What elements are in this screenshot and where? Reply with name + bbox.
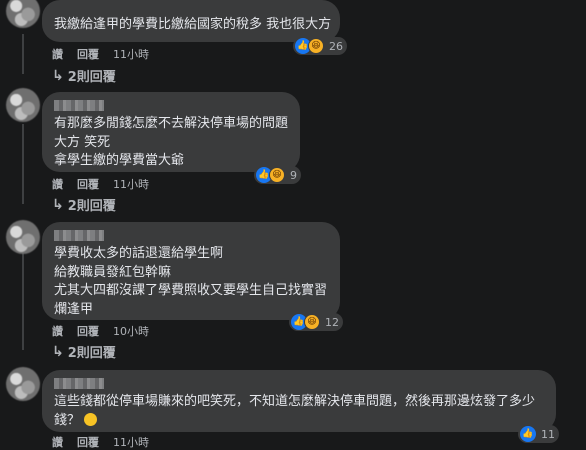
like-button[interactable]: 讚: [52, 323, 63, 339]
avatar[interactable]: [6, 367, 40, 401]
comment-text: 這些錢都從停車場賺來的吧笑死，不知道怎麼解決停車問題，然後再那邊炫發了多少: [54, 394, 536, 409]
thread-line: [22, 124, 24, 204]
timestamp[interactable]: 11小時: [113, 176, 149, 192]
reaction-summary[interactable]: 👍 😆 9: [254, 166, 301, 184]
reply-arrow-icon: ↳: [52, 196, 64, 213]
comment-actions: 讚 回覆 11小時: [52, 434, 149, 450]
like-button[interactable]: 讚: [52, 434, 63, 450]
comment-text: 給教職員發紅包幹嘛: [54, 264, 172, 280]
haha-icon: 😆: [308, 38, 324, 54]
replies-label: 2則回覆: [67, 70, 116, 85]
replies-label: 2則回覆: [67, 199, 116, 214]
comment-bubble: 有那麼多閒錢怎麼不去解決停車場的問題 大方 笑死 拿學生繳的學費當大爺: [42, 92, 300, 172]
comment-text-tail: 錢？: [54, 412, 81, 428]
thinking-emoji-icon: [84, 412, 98, 426]
avatar[interactable]: [6, 88, 40, 122]
view-replies-link[interactable]: ↳ 2則回覆: [52, 195, 116, 215]
reply-button[interactable]: 回覆: [77, 434, 99, 450]
haha-icon: 😆: [269, 167, 285, 183]
reaction-count: 26: [329, 39, 343, 53]
reply-button[interactable]: 回覆: [77, 176, 99, 192]
comment-text: 尤其大四都沒課了學費照收又要學生自己找實習: [54, 283, 328, 298]
view-replies-link[interactable]: ↳ 2則回覆: [52, 342, 116, 362]
timestamp[interactable]: 10小時: [113, 323, 149, 339]
reply-arrow-icon: ↳: [52, 67, 64, 84]
replies-label: 2則回覆: [67, 346, 116, 361]
reply-button[interactable]: 回覆: [77, 323, 99, 339]
comment-actions: 讚 回覆 10小時: [52, 323, 149, 339]
author-name[interactable]: [54, 378, 104, 389]
comment-bubble: 我繳給逢甲的學費比繳給國家的稅多 我也很大方: [42, 0, 340, 42]
reaction-summary[interactable]: 👍 11: [518, 425, 559, 443]
comment-text: 有那麼多閒錢怎麼不去解決停車場的問題: [54, 116, 289, 131]
reaction-count: 11: [541, 427, 555, 441]
author-name[interactable]: [54, 230, 104, 241]
comment-actions: 讚 回覆 11小時: [52, 46, 149, 62]
comment-text: 學費收太多的話退還給學生啊: [54, 246, 224, 261]
timestamp[interactable]: 11小時: [113, 434, 149, 450]
reaction-summary[interactable]: 👍 😆 12: [289, 313, 343, 331]
avatar[interactable]: [6, 0, 40, 28]
comment-text: 爛逢甲: [54, 301, 94, 317]
reply-arrow-icon: ↳: [52, 343, 64, 360]
comment-text: 我繳給逢甲的學費比繳給國家的稅多 我也很大方: [54, 17, 332, 32]
comment-text: 拿學生繳的學費當大爺: [54, 153, 185, 168]
comment-actions: 讚 回覆 11小時: [52, 176, 149, 192]
reply-button[interactable]: 回覆: [77, 46, 99, 62]
author-name[interactable]: [54, 100, 104, 111]
thread-line: [22, 34, 24, 74]
reaction-count: 12: [325, 315, 339, 329]
comment-text: 錢？: [54, 412, 544, 431]
comment-bubble: 這些錢都從停車場賺來的吧笑死，不知道怎麼解決停車問題，然後再那邊炫發了多少 錢？: [42, 370, 556, 432]
comment-bubble: 學費收太多的話退還給學生啊 給教職員發紅包幹嘛 尤其大四都沒課了學費照收又要學生…: [42, 222, 340, 320]
view-replies-link[interactable]: ↳ 2則回覆: [52, 66, 116, 86]
like-icon: 👍: [520, 426, 536, 442]
like-button[interactable]: 讚: [52, 46, 63, 62]
like-button[interactable]: 讚: [52, 176, 63, 192]
haha-icon: 😆: [304, 314, 320, 330]
thread-line: [22, 252, 24, 350]
timestamp[interactable]: 11小時: [113, 46, 149, 62]
comment-text: 大方 笑死: [54, 134, 111, 150]
reaction-count: 9: [290, 168, 297, 182]
reaction-summary[interactable]: 👍 😆 26: [293, 37, 347, 55]
avatar[interactable]: [6, 220, 40, 254]
